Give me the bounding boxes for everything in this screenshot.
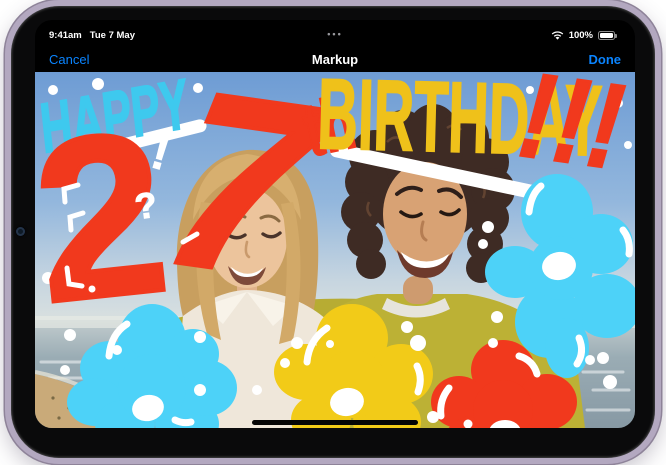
done-button[interactable]: Done [589,52,622,67]
photo-canvas[interactable]: HAPPY 2 7 th BIRTHDAY !!! ! ? [35,72,635,428]
battery-icon [598,31,615,40]
home-indicator[interactable] [252,420,418,425]
doodle-accent-marks [35,72,635,428]
page: 9:41am Tue 7 May ••• 100% Cancel Markup … [0,0,666,465]
markup-title: Markup [312,52,358,67]
multitask-indicator-icon[interactable]: ••• [35,29,635,39]
status-bar: 9:41am Tue 7 May ••• 100% [35,20,635,46]
screen: 9:41am Tue 7 May ••• 100% Cancel Markup … [35,20,635,428]
nav-bar: Cancel Markup Done [35,46,635,72]
cancel-button[interactable]: Cancel [49,52,89,67]
front-camera-icon [16,227,25,236]
